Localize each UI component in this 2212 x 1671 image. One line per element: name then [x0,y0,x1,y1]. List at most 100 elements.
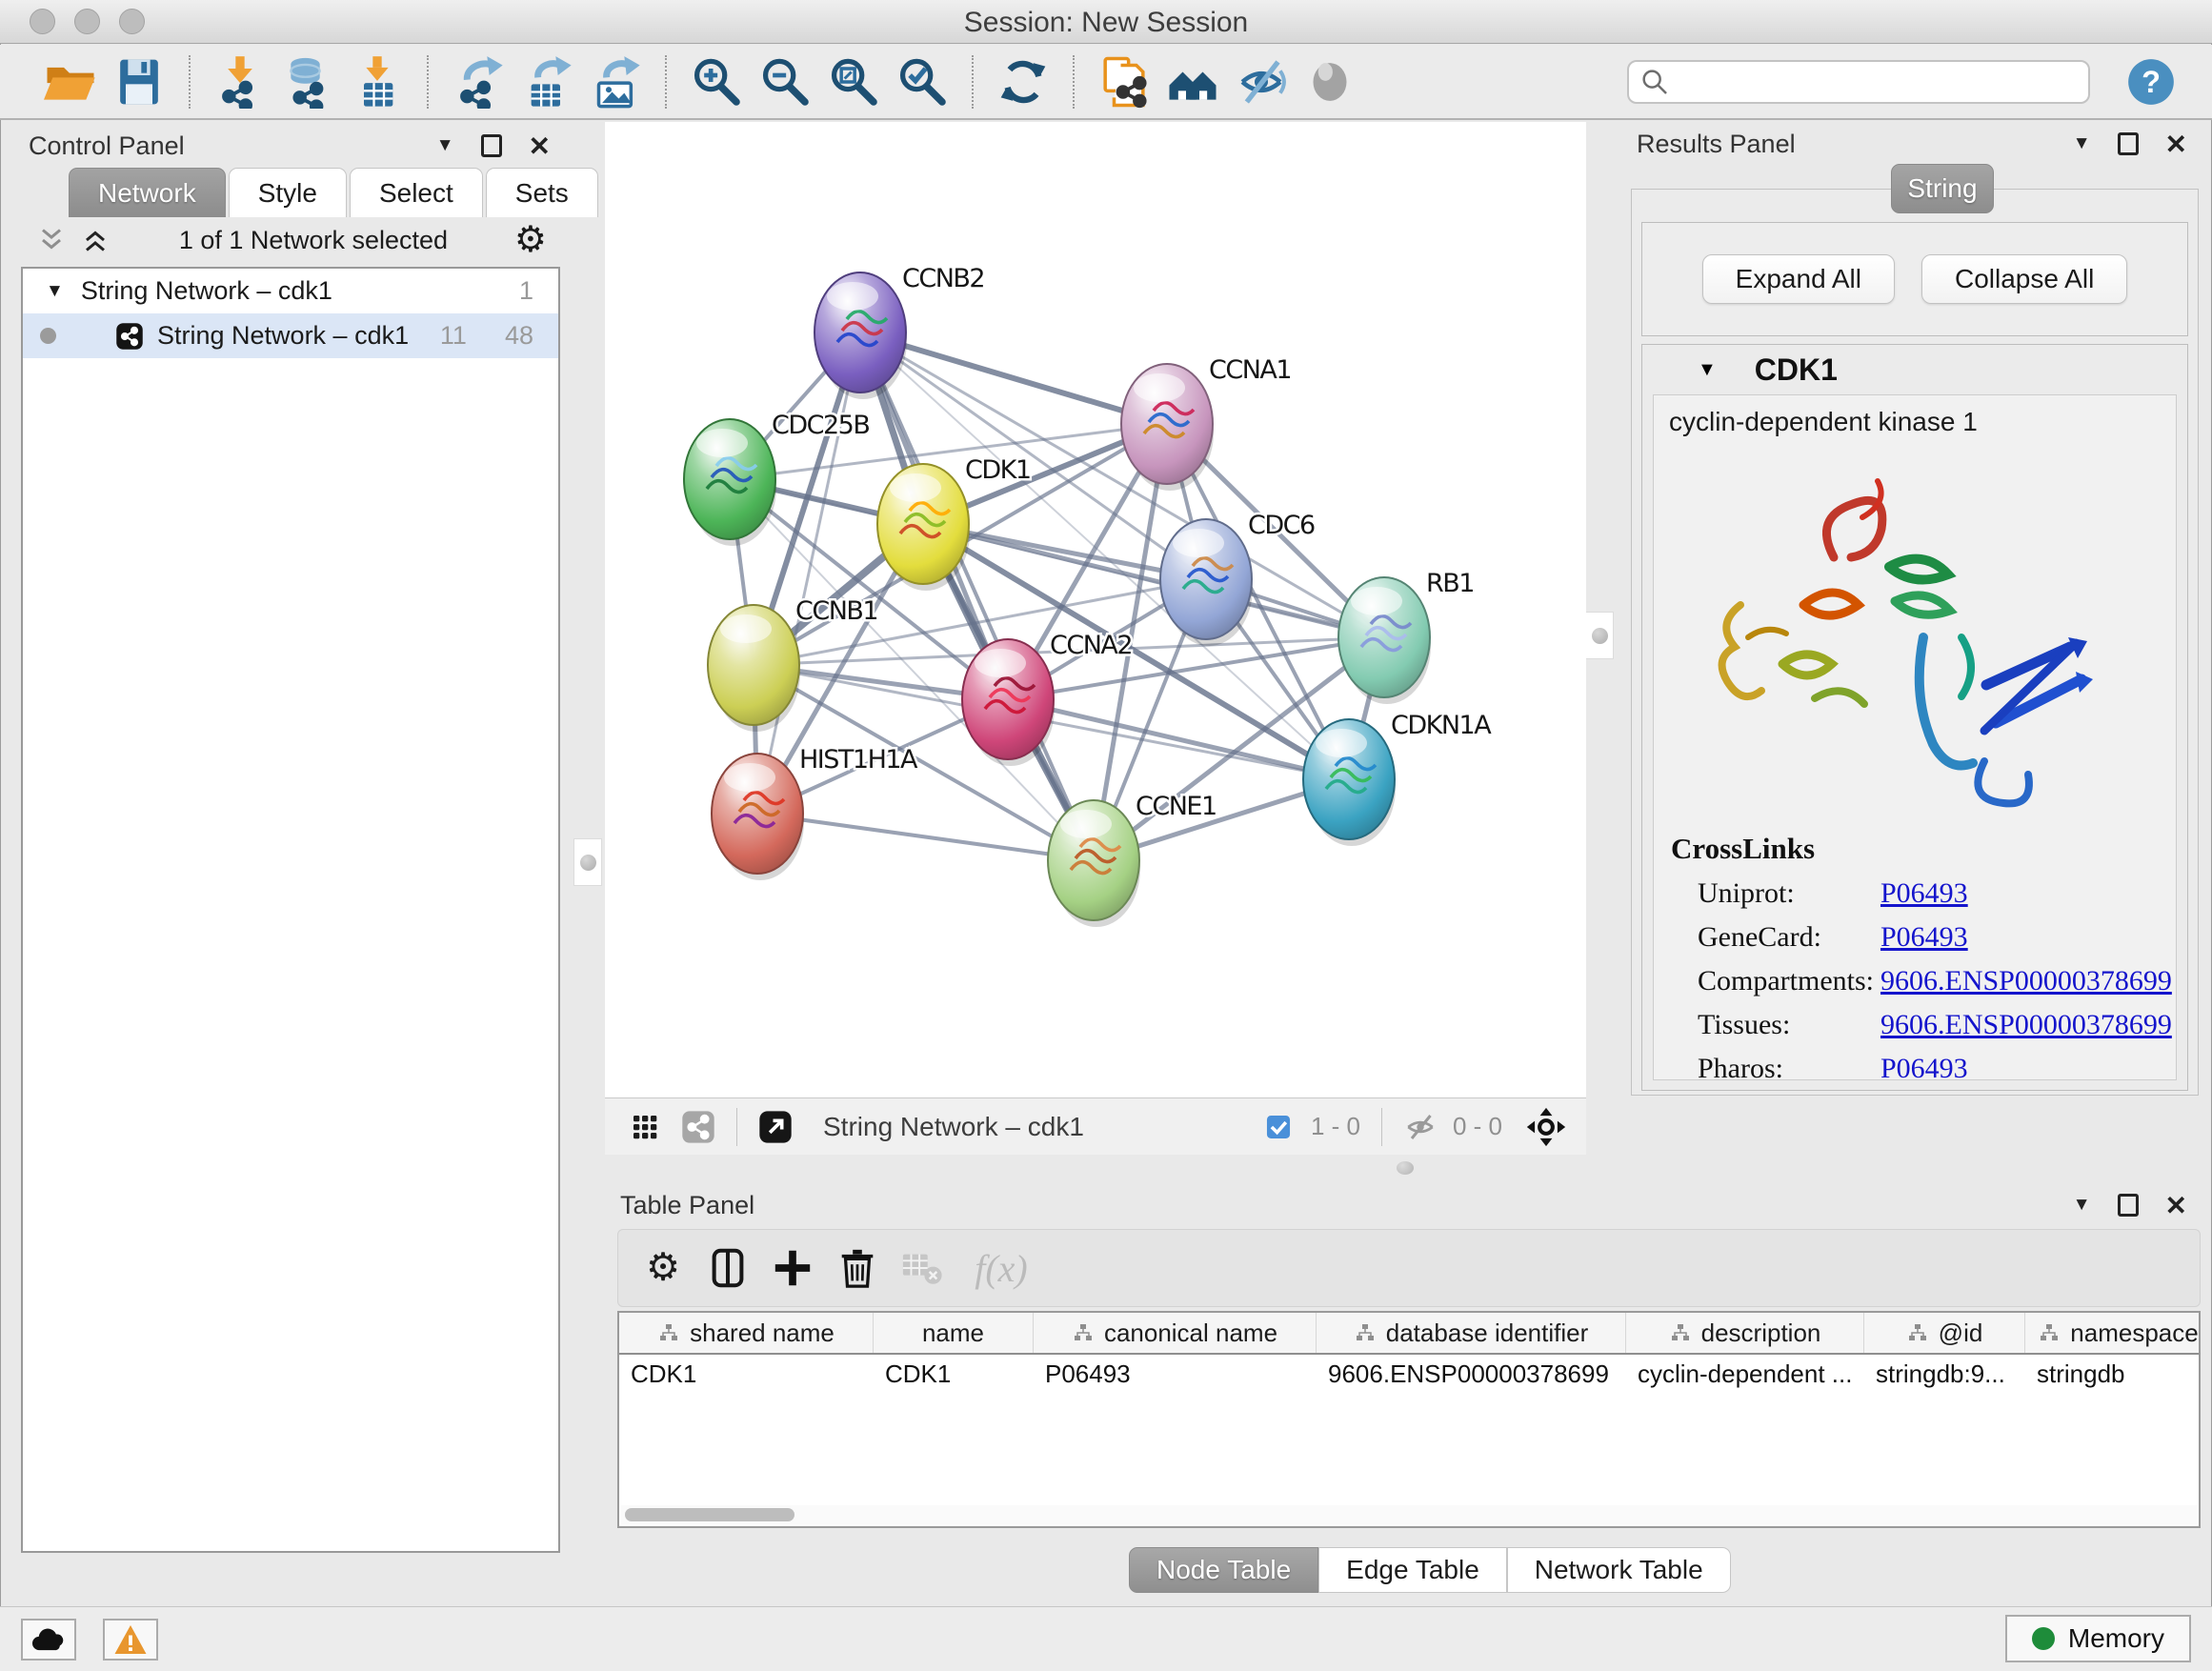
panel-close-icon[interactable]: ✕ [2165,129,2187,160]
network-node-CCNE1[interactable]: CCNE1 [1048,792,1217,927]
search-box[interactable] [1627,60,2090,104]
cloud-status-button[interactable] [21,1619,76,1661]
export-image-icon[interactable] [589,55,642,109]
fit-selected-icon[interactable] [1525,1106,1567,1148]
entry-header[interactable]: ▼ CDK1 [1642,345,2187,394]
zoom-in-icon[interactable] [690,55,743,109]
crosslink-link[interactable]: 9606.ENSP00000378699 [1880,1009,2172,1041]
panel-float-icon[interactable] [2118,1194,2139,1217]
right-splitter-handle[interactable] [1585,612,1614,659]
network-collection-row[interactable]: ▼ String Network – cdk1 1 [23,269,558,313]
hide-selected-icon[interactable] [1235,55,1288,109]
control-panel-tabs: NetworkStyleSelectSets [69,168,601,217]
network-node-HIST1H1A[interactable]: HIST1H1A [712,745,918,880]
tab-node-table[interactable]: Node Table [1129,1547,1318,1593]
bottom-splitter-handle[interactable] [1397,1161,1414,1175]
table-cell: stringdb:9... [1864,1355,2025,1395]
column-header-shared-name[interactable]: shared name [619,1313,874,1353]
column-settings-gear-icon[interactable]: ⚙ [637,1242,689,1294]
refresh-view-icon[interactable] [996,55,1050,109]
network-node-CDC25B[interactable]: CDC25B [684,411,869,546]
tab-style[interactable]: Style [229,168,347,217]
help-icon[interactable]: ? [2124,55,2178,109]
tab-edge-table[interactable]: Edge Table [1318,1547,1507,1593]
open-file-icon[interactable] [44,55,97,109]
column-header--id[interactable]: @id [1864,1313,2025,1353]
crosslink-link[interactable]: P06493 [1880,1053,1968,1080]
expand-all-button[interactable]: Expand All [1702,254,1895,304]
tree-expand-icon[interactable]: ▼ [46,281,64,302]
collapse-all-button[interactable]: Collapse All [1921,254,2127,304]
selected-checkbox-icon[interactable] [1257,1106,1299,1148]
network-row[interactable]: String Network – cdk1 11 48 [23,313,558,358]
detach-view-icon[interactable] [754,1106,796,1148]
scrollbar-thumb[interactable] [625,1508,794,1521]
column-header-name[interactable]: name [874,1313,1034,1353]
delete-column-icon[interactable] [832,1242,883,1294]
network-mode-icon[interactable] [677,1106,719,1148]
network-node-RB1[interactable]: RB1 [1338,569,1474,704]
export-table-icon[interactable] [520,55,573,109]
window-title: Session: New Session [0,7,2212,39]
expand-all-icon[interactable] [78,223,112,257]
network-options-gear-icon[interactable]: ⚙ [514,222,547,258]
network-node-CDKN1A[interactable]: CDKN1A [1303,711,1492,846]
column-header-canonical-name[interactable]: canonical name [1034,1313,1317,1353]
crosslink-label: Pharos: [1698,1053,1880,1080]
search-input[interactable] [1671,63,2079,101]
crosslink-link[interactable]: 9606.ENSP00000378699 [1880,965,2172,997]
import-network-database-icon[interactable] [282,55,335,109]
tab-network[interactable]: Network [69,168,226,217]
crosslink-link[interactable]: P06493 [1880,921,1968,954]
tab-string[interactable]: String [1891,164,1994,213]
network-node-CCNB1[interactable]: CCNB1 [708,596,877,732]
application-window: Session: New Session ? Control Panel ▼ ✕ [0,0,2212,1671]
tab-network-table[interactable]: Network Table [1507,1547,1731,1593]
node-table: shared namenamecanonical namedatabase id… [617,1311,2201,1528]
panel-float-icon[interactable] [481,134,502,157]
status-bar: Memory [0,1606,2212,1671]
grid-mode-icon[interactable] [624,1106,666,1148]
zoom-selected-icon[interactable] [895,55,949,109]
panel-collapse-icon[interactable]: ▼ [2073,1195,2091,1216]
crosslink-row: Pharos:P06493 [1654,1047,2176,1080]
create-column-icon[interactable] [767,1242,818,1294]
network-node-CDK1[interactable]: CDK1 [877,455,1031,591]
string-home-icon[interactable] [1166,55,1219,109]
crosslink-link[interactable]: P06493 [1880,877,1968,910]
column-header-namespace[interactable]: namespace [2025,1313,2201,1353]
left-splitter-handle[interactable] [573,838,602,886]
import-table-file-icon[interactable] [351,55,404,109]
save-session-icon[interactable] [112,55,166,109]
zoom-out-icon[interactable] [758,55,812,109]
collapse-all-icon[interactable] [34,223,69,257]
new-network-from-selection-icon[interactable] [1097,55,1151,109]
panel-close-icon[interactable]: ✕ [2165,1190,2187,1221]
network-node-CCNB2[interactable]: CCNB2 [814,264,984,399]
panel-close-icon[interactable]: ✕ [529,131,551,162]
memory-button[interactable]: Memory [2005,1615,2191,1662]
show-hide-columns-icon[interactable] [702,1242,754,1294]
entry-collapse-icon[interactable]: ▼ [1698,359,1717,381]
network-selection-status: 1 of 1 Network selected [112,226,514,255]
memory-label: Memory [2068,1623,2164,1654]
table-row[interactable]: CDK1CDK1P064939606.ENSP00000378699cyclin… [619,1355,2199,1395]
warning-button[interactable] [103,1619,158,1661]
column-header-database-identifier[interactable]: database identifier [1317,1313,1626,1353]
network-canvas[interactable]: CCNB2 CCNA1 CDC25B CDK1 CDC6 [605,122,1586,1097]
network-list: ▼ String Network – cdk1 1 String Network… [21,267,560,1553]
export-network-icon[interactable] [452,55,505,109]
network-node-CCNA1[interactable]: CCNA1 [1121,355,1291,491]
import-network-file-icon[interactable] [213,55,267,109]
horizontal-scrollbar[interactable] [621,1505,2197,1524]
panel-collapse-icon[interactable]: ▼ [436,135,454,156]
zoom-fit-icon[interactable] [827,55,880,109]
panel-collapse-icon[interactable]: ▼ [2073,133,2091,154]
tab-select[interactable]: Select [350,168,483,217]
column-header-description[interactable]: description [1626,1313,1864,1353]
results-buttons-row: Expand All Collapse All [1641,222,2188,336]
panel-float-icon[interactable] [2118,132,2139,155]
network-node-CDC6[interactable]: CDC6 [1160,511,1315,646]
tab-sets[interactable]: Sets [486,168,598,217]
show-hidden-icon[interactable] [1303,55,1357,109]
